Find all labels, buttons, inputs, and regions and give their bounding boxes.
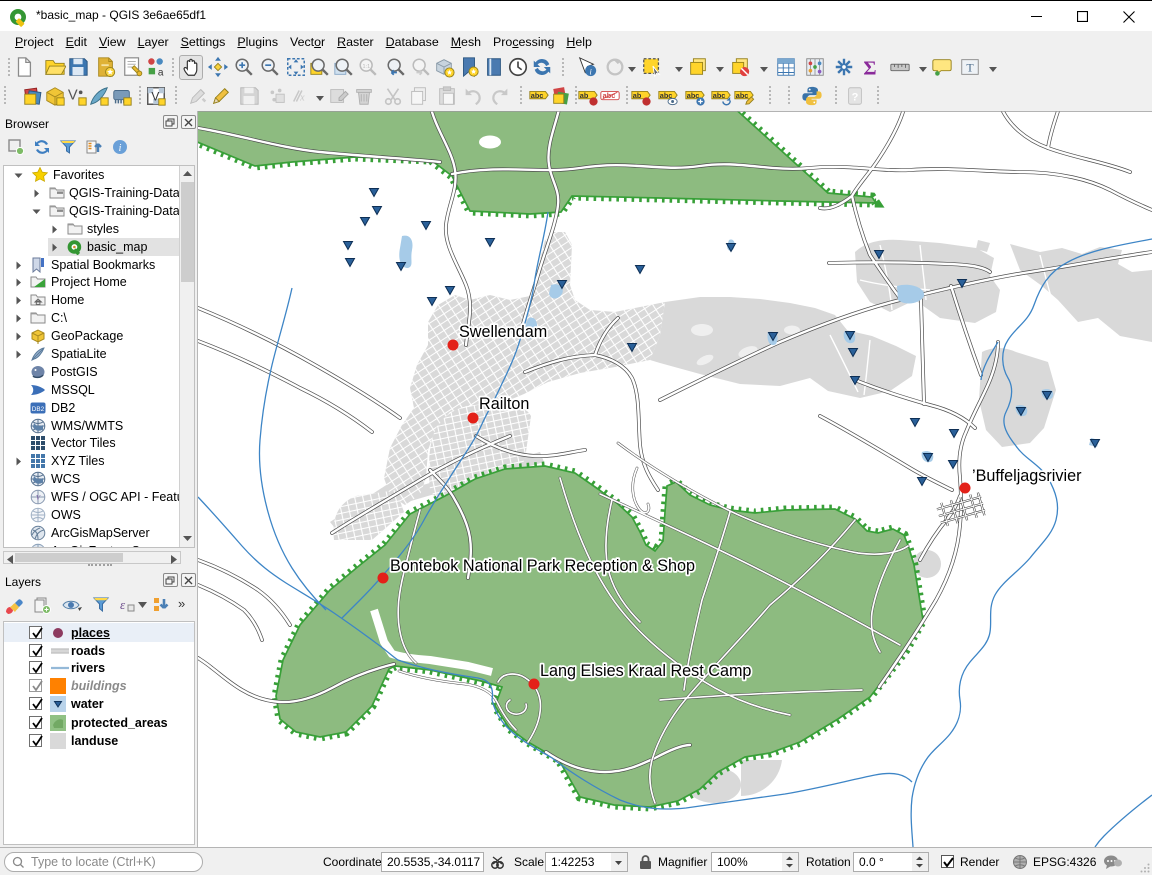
svg-text:Swellendam: Swellendam [459, 323, 547, 341]
svg-text:Lang Elsies Kraal Rest Camp: Lang Elsies Kraal Rest Camp [540, 662, 751, 680]
svg-text:Σ: Σ [863, 57, 876, 78]
svg-text:V: V [36, 494, 41, 502]
svg-text:Railton: Railton [479, 395, 529, 413]
svg-text:Bontebok National Park Recepti: Bontebok National Park Reception & Shop [390, 557, 695, 575]
svg-text:DB2: DB2 [32, 406, 45, 413]
svg-text:abc: abc [603, 91, 616, 100]
svg-text:T: T [966, 61, 974, 75]
svg-text:x: x [299, 93, 305, 104]
svg-text:abc: abc [531, 91, 544, 100]
svg-text:a: a [158, 67, 164, 78]
svg-text:i: i [119, 143, 122, 154]
svg-text:abc: abc [736, 91, 749, 100]
svg-text:ab: ab [633, 91, 642, 100]
svg-text:1:1: 1:1 [363, 64, 371, 70]
svg-text:?: ? [852, 92, 859, 104]
svg-text:’Buffeljagsrivier: ’Buffeljagsrivier [972, 467, 1082, 485]
svg-text:V: V [68, 88, 78, 104]
svg-text:abc: abc [687, 91, 700, 100]
svg-text:ab: ab [580, 91, 589, 100]
svg-text:ε: ε [120, 597, 126, 612]
svg-text:abc: abc [713, 91, 726, 100]
svg-text:V: V [151, 90, 159, 104]
